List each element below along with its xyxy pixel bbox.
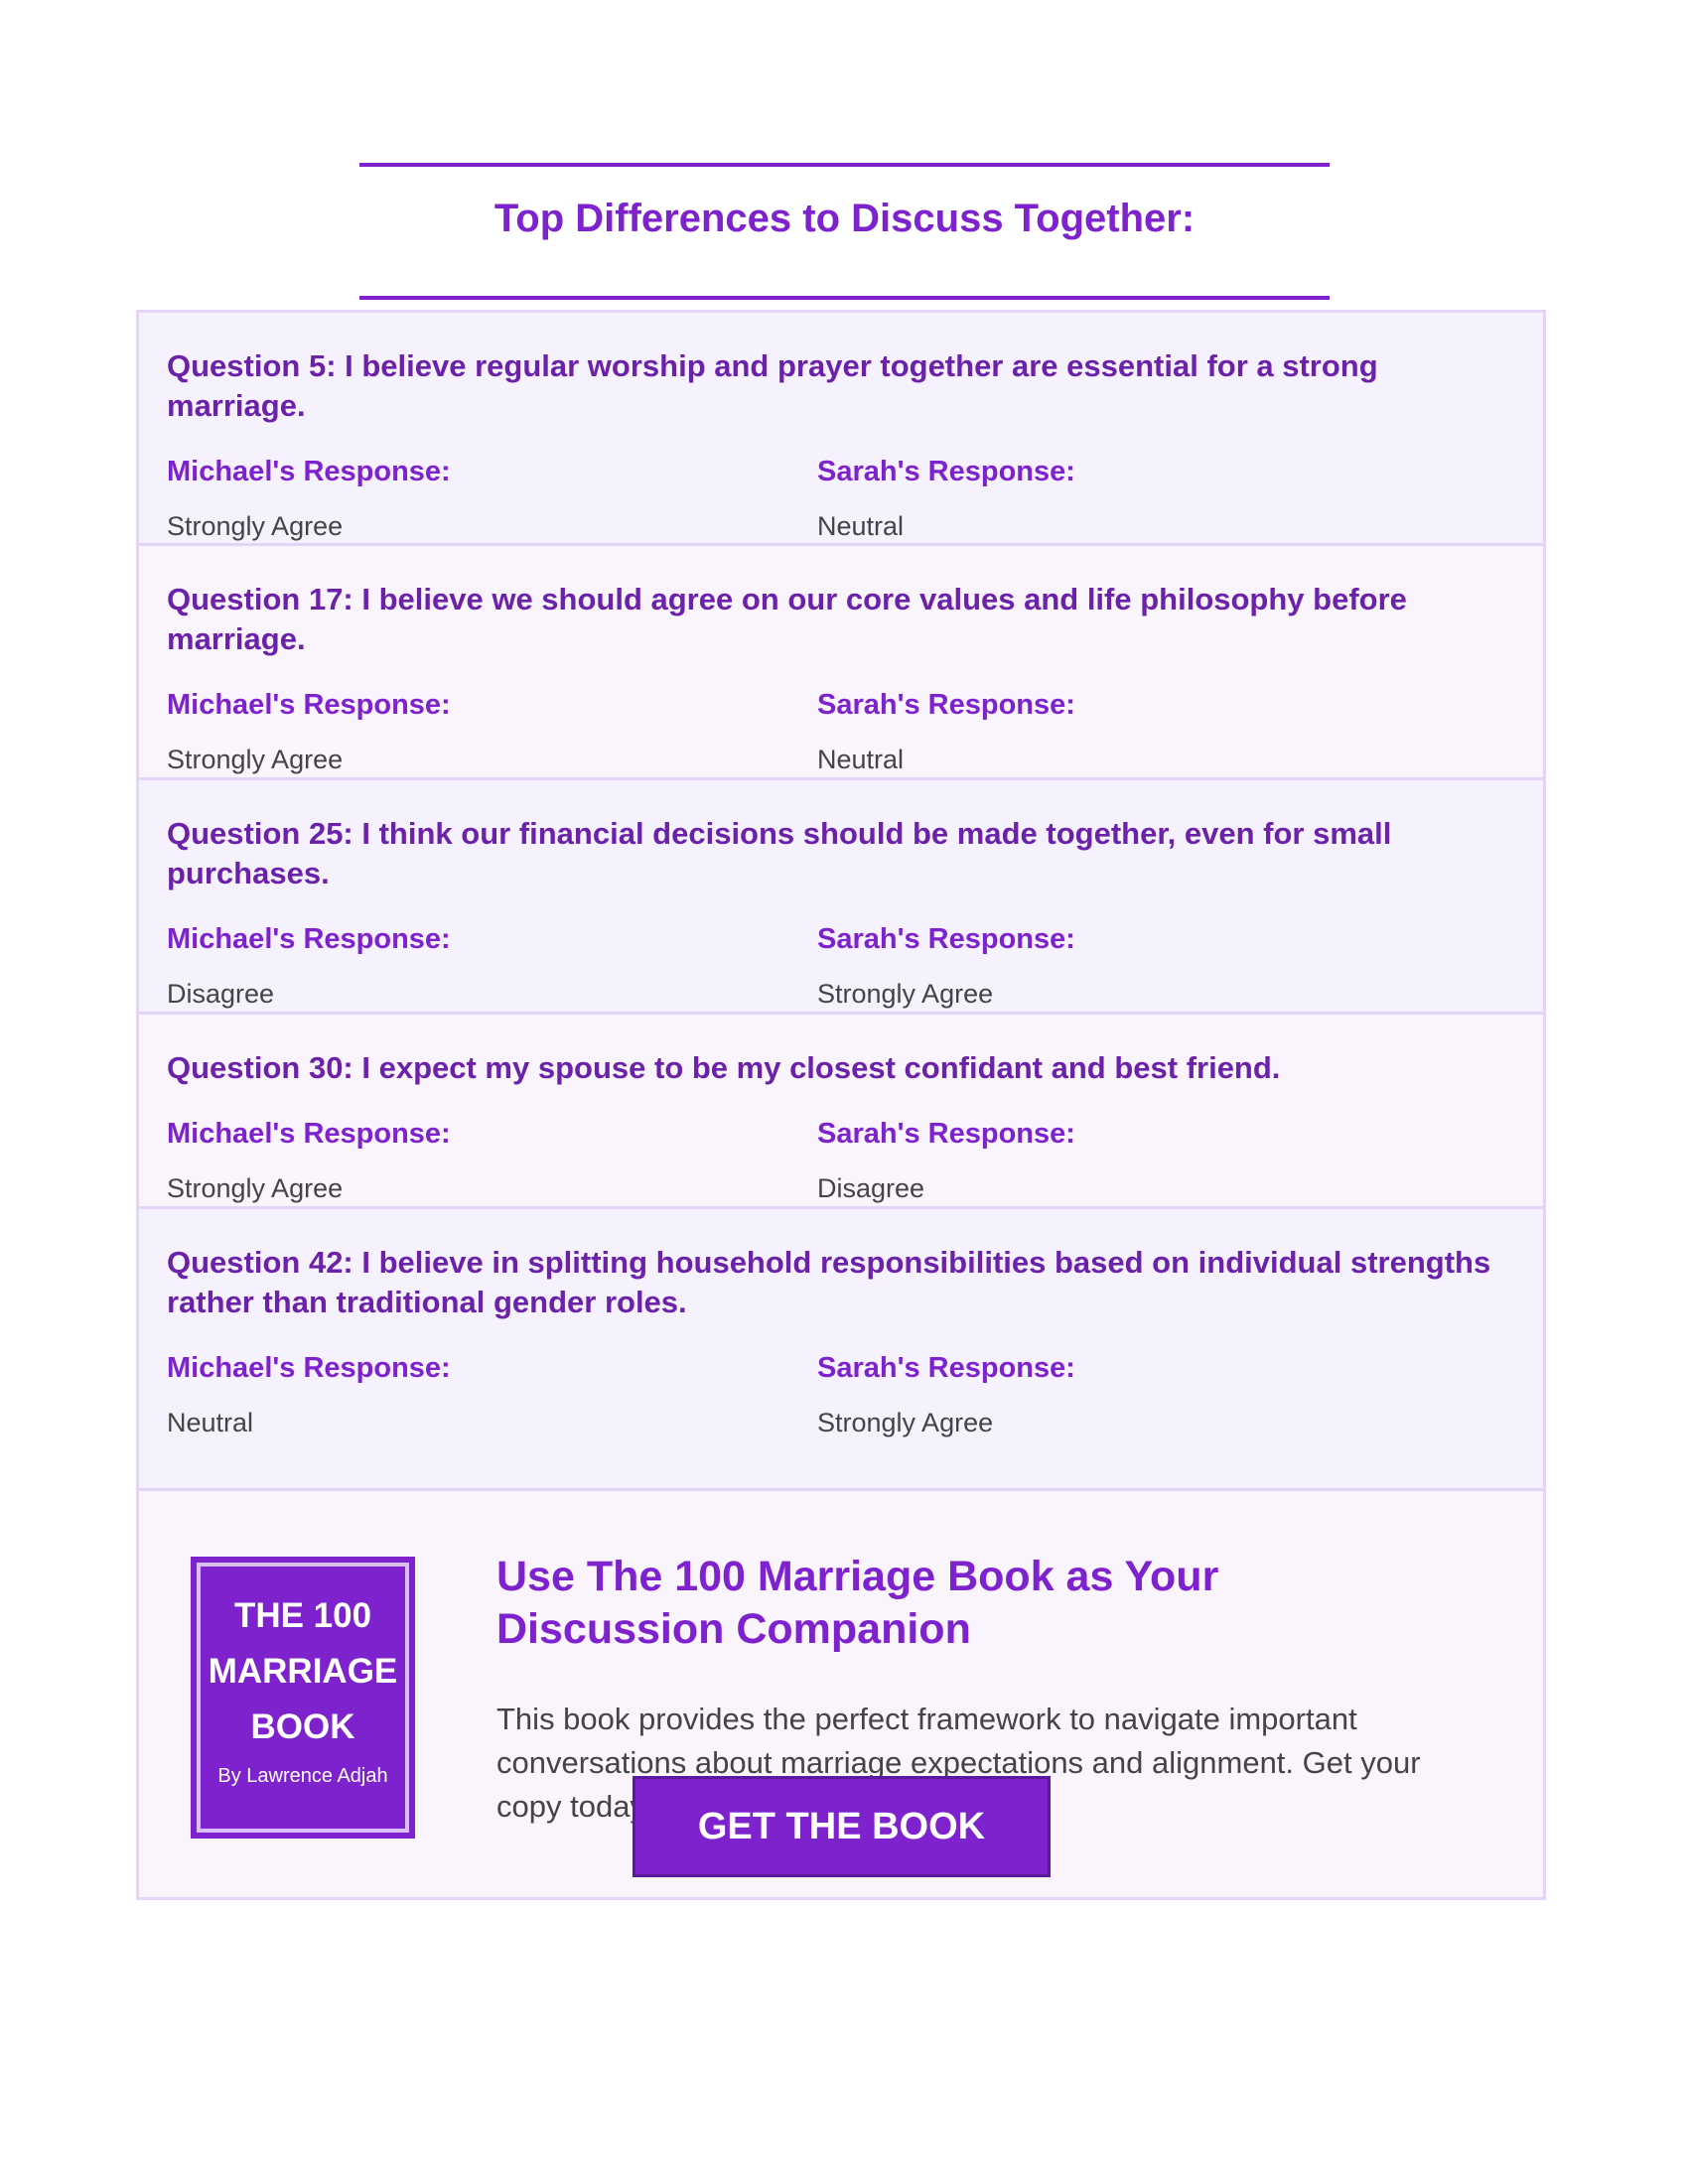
book-cover-line: THE 100 xyxy=(233,1596,372,1635)
question-title: Question 30: I expect my spouse to be my… xyxy=(167,1050,1281,1085)
sarah-response-label: Sarah's Response: xyxy=(817,689,1075,721)
michael-response-label: Michael's Response: xyxy=(167,923,451,955)
question-title: Question 42: I believe in splitting hous… xyxy=(167,1245,1491,1319)
responses-row: Michael's Response: Strongly Agree Sarah… xyxy=(167,454,1515,543)
promo-heading: Use The 100 Marriage Book as Your Discus… xyxy=(496,1553,1219,1653)
book-promo: THE 100 MARRIAGE BOOK By Lawrence Adjah … xyxy=(139,1491,1543,1897)
michael-response-label: Michael's Response: xyxy=(167,1118,451,1150)
page-title: Top Differences to Discuss Together: xyxy=(493,197,1196,240)
sarah-response: Sarah's Response: Neutral xyxy=(817,454,1468,543)
michael-response-value: Strongly Agree xyxy=(167,511,344,541)
sarah-response-value: Neutral xyxy=(817,745,905,774)
question-section: Question 17: I believe we should agree o… xyxy=(139,546,1543,780)
responses-row: Michael's Response: Strongly Agree Sarah… xyxy=(167,1116,1515,1205)
book-cover-inner: THE 100 MARRIAGE BOOK By Lawrence Adjah xyxy=(197,1563,409,1833)
question-title: Question 17: I believe we should agree o… xyxy=(167,582,1407,656)
sarah-response-label: Sarah's Response: xyxy=(817,456,1075,487)
book-cover-line: BOOK xyxy=(250,1707,355,1746)
question-title: Question 5: I believe regular worship an… xyxy=(167,348,1378,423)
sarah-response: Sarah's Response: Strongly Agree xyxy=(817,1350,1468,1439)
get-the-book-button[interactable]: GET THE BOOK xyxy=(633,1776,1051,1877)
question-section: Question 5: I believe regular worship an… xyxy=(139,313,1543,546)
sarah-response: Sarah's Response: Disagree xyxy=(817,1116,1468,1205)
sarah-response-label: Sarah's Response: xyxy=(817,1118,1075,1150)
sarah-response-value: Neutral xyxy=(817,511,905,541)
question-title: Question 25: I think our financial decis… xyxy=(167,816,1392,890)
book-cover-line: MARRIAGE xyxy=(208,1652,398,1691)
michael-response-label: Michael's Response: xyxy=(167,456,451,487)
sarah-response: Sarah's Response: Neutral xyxy=(817,687,1468,776)
header-rule-top xyxy=(359,163,1330,167)
michael-response-value: Strongly Agree xyxy=(167,1173,344,1203)
responses-row: Michael's Response: Strongly Agree Sarah… xyxy=(167,687,1515,776)
sarah-response-value: Strongly Agree xyxy=(817,1408,994,1437)
book-cover-author: By Lawrence Adjah xyxy=(217,1765,388,1787)
michael-response: Michael's Response: Strongly Agree xyxy=(167,687,817,776)
question-section: Question 30: I expect my spouse to be my… xyxy=(139,1015,1543,1209)
michael-response-value: Neutral xyxy=(167,1408,254,1437)
question-section: Question 42: I believe in splitting hous… xyxy=(139,1209,1543,1491)
responses-row: Michael's Response: Neutral Sarah's Resp… xyxy=(167,1350,1515,1439)
michael-response: Michael's Response: Strongly Agree xyxy=(167,454,817,543)
differences-card: Question 5: I believe regular worship an… xyxy=(136,310,1546,1900)
michael-response-label: Michael's Response: xyxy=(167,1352,451,1384)
sarah-response-value: Strongly Agree xyxy=(817,979,994,1009)
book-cover: THE 100 MARRIAGE BOOK By Lawrence Adjah xyxy=(191,1557,415,1839)
michael-response: Michael's Response: Strongly Agree xyxy=(167,1116,817,1205)
michael-response: Michael's Response: Disagree xyxy=(167,921,817,1011)
responses-row: Michael's Response: Disagree Sarah's Res… xyxy=(167,921,1515,1011)
michael-response-value: Disagree xyxy=(167,979,275,1009)
michael-response-value: Strongly Agree xyxy=(167,745,344,774)
sarah-response: Sarah's Response: Strongly Agree xyxy=(817,921,1468,1011)
sarah-response-label: Sarah's Response: xyxy=(817,923,1075,955)
sarah-response-value: Disagree xyxy=(817,1173,925,1203)
michael-response-label: Michael's Response: xyxy=(167,689,451,721)
header-rule-bottom xyxy=(359,296,1330,300)
michael-response: Michael's Response: Neutral xyxy=(167,1350,817,1439)
question-section: Question 25: I think our financial decis… xyxy=(139,780,1543,1015)
sarah-response-label: Sarah's Response: xyxy=(817,1352,1075,1384)
